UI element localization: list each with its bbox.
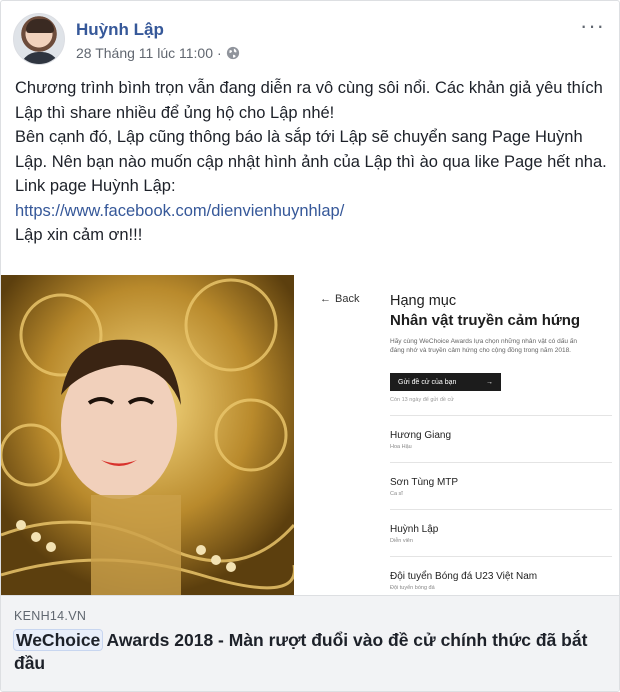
post-paragraph: Bên cạnh đó, Lập cũng thông báo là sắp t…	[15, 128, 607, 171]
attachment-photo[interactable]	[1, 275, 294, 595]
nominate-button: Gửi đề cử của bạn →	[390, 373, 501, 391]
days-left: Còn 13 ngày để gửi đề cử	[390, 397, 454, 403]
post-paragraph: Link page Huỳnh Lập:	[15, 177, 176, 195]
candidate-name: Đội tuyển Bóng đá U23 Việt Nam	[390, 571, 538, 582]
category-name: Nhân vật truyền cảm hứng	[390, 312, 581, 329]
candidate-role: Hoa Hậu	[390, 444, 412, 450]
globe-icon[interactable]	[226, 46, 240, 60]
link-attachment[interactable]: ← Back Hạng mục Nhân vật truyền cảm hứng…	[1, 275, 619, 595]
candidate-name: Huỳnh Lập	[390, 524, 439, 535]
candidate-name: Hương Giang	[390, 430, 452, 441]
nominate-label: Gửi đề cử của bạn	[398, 378, 457, 386]
more-options-icon[interactable]: ···	[580, 15, 605, 37]
candidate-list: Hương Giang Hoa Hậu Sơn Tùng MTP Ca sĩ H…	[390, 415, 612, 603]
post-text: Chương trình bình trọn vẫn đang diễn ra …	[15, 76, 607, 248]
author-avatar[interactable]	[13, 13, 65, 65]
post-paragraph: Chương trình bình trọn vẫn đang diễn ra …	[15, 79, 603, 122]
category-title: Hạng mục	[390, 293, 457, 309]
back-label: Back	[335, 293, 360, 305]
meta-separator: ·	[217, 45, 222, 61]
candidate-role: Ca sĩ	[390, 491, 403, 497]
arrow-left-icon: ←	[320, 293, 331, 305]
candidate-role: Diễn viên	[390, 538, 413, 544]
post-meta: 28 Tháng 11 lúc 11:00 ·	[76, 45, 240, 61]
avatar-hair	[26, 19, 54, 33]
avatar-shirt	[20, 52, 60, 64]
wechoice-panel: ← Back Hạng mục Nhân vật truyền cảm hứng…	[294, 275, 619, 595]
link-caption[interactable]: KENH14.VN WeChoice Awards 2018 - Màn rượ…	[1, 595, 619, 691]
post-timestamp[interactable]: 28 Tháng 11 lúc 11:00	[76, 45, 213, 61]
post-paragraph: Lập xin cảm ơn!!!	[15, 226, 143, 244]
headline-highlight: WeChoice	[12, 629, 104, 651]
candidate-name: Sơn Tùng MTP	[390, 477, 459, 488]
author-name[interactable]: Huỳnh Lập	[76, 20, 164, 40]
link-source: KENH14.VN	[14, 609, 87, 623]
arrow-right-icon: →	[486, 378, 493, 386]
link-headline[interactable]: WeChoice Awards 2018 - Màn rượt đuổi vào…	[12, 629, 604, 675]
facebook-page-link[interactable]: https://www.facebook.com/dienvienhuynhla…	[15, 202, 344, 220]
candidate-row: Sơn Tùng MTP Ca sĩ	[390, 462, 612, 509]
photo-illustration	[1, 275, 294, 595]
category-description: Hãy cùng WeChoice Awards lựa chọn những …	[390, 338, 577, 354]
facebook-post: Huỳnh Lập 28 Tháng 11 lúc 11:00 · ··· Ch…	[0, 0, 620, 692]
candidate-role: Đội tuyển bóng đá	[390, 585, 435, 591]
candidate-row: Hương Giang Hoa Hậu	[390, 415, 612, 462]
post-header: Huỳnh Lập 28 Tháng 11 lúc 11:00 · ···	[13, 13, 607, 69]
candidate-row: Huỳnh Lập Diễn viên	[390, 509, 612, 556]
back-link: ← Back	[320, 293, 359, 305]
